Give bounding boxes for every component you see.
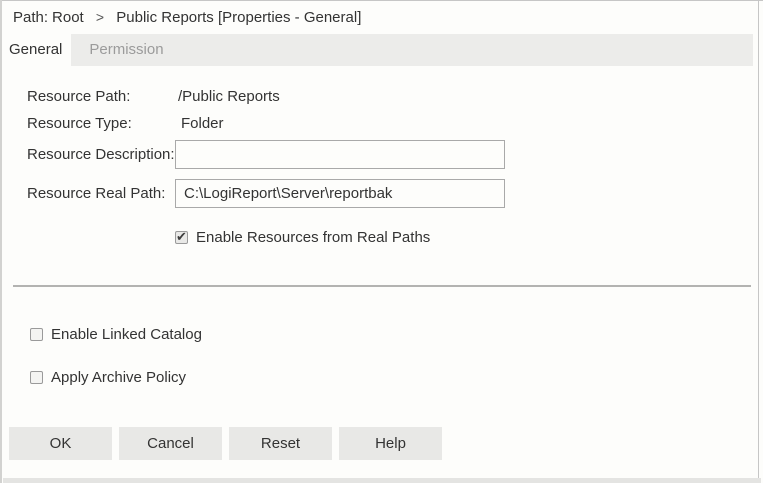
apply-archive-policy-label[interactable]: Apply Archive Policy xyxy=(51,369,186,386)
tab-bar: General Permission xyxy=(0,34,753,66)
enable-linked-catalog-label[interactable]: Enable Linked Catalog xyxy=(51,326,202,343)
resource-type-value: Folder xyxy=(175,115,224,132)
help-button[interactable]: Help xyxy=(339,427,442,460)
enable-linked-catalog-checkbox[interactable] xyxy=(30,328,43,341)
resource-type-label: Resource Type: xyxy=(27,115,175,132)
resource-path-label: Resource Path: xyxy=(27,88,175,105)
resource-type-row: Resource Type: Folder xyxy=(27,110,763,137)
page-left-border xyxy=(0,0,2,483)
tab-general[interactable]: General xyxy=(0,34,71,66)
resource-description-input[interactable] xyxy=(175,140,505,169)
breadcrumb: Path:Root > Public Reports [Properties -… xyxy=(0,0,763,34)
resource-path-value: /Public Reports xyxy=(175,88,280,105)
breadcrumb-path-label: Path: xyxy=(13,9,48,26)
chevron-right-icon: > xyxy=(96,9,104,25)
options-section: Enable Linked Catalog Apply Archive Poli… xyxy=(0,326,763,386)
section-divider xyxy=(13,285,751,287)
button-row: OK Cancel Reset Help xyxy=(9,427,763,460)
resource-description-row: Resource Description: xyxy=(27,140,763,169)
breadcrumb-current: Public Reports [Properties - General] xyxy=(116,9,361,26)
enable-resources-label[interactable]: Enable Resources from Real Paths xyxy=(196,229,430,246)
enable-resources-checkbox[interactable] xyxy=(175,231,188,244)
breadcrumb-root-link[interactable]: Root xyxy=(52,9,84,26)
apply-archive-policy-checkbox[interactable] xyxy=(30,371,43,384)
cancel-button[interactable]: Cancel xyxy=(119,427,222,460)
enable-resources-row: Enable Resources from Real Paths xyxy=(175,229,763,246)
reset-button[interactable]: Reset xyxy=(229,427,332,460)
properties-page: Path:Root > Public Reports [Properties -… xyxy=(0,0,763,483)
enable-linked-catalog-row: Enable Linked Catalog xyxy=(30,326,763,343)
ok-button[interactable]: OK xyxy=(9,427,112,460)
general-form: Resource Path: /Public Reports Resource … xyxy=(0,66,763,246)
horizontal-scrollbar[interactable] xyxy=(3,478,761,483)
resource-real-path-row: Resource Real Path: xyxy=(27,179,763,208)
resource-path-row: Resource Path: /Public Reports xyxy=(27,83,763,110)
apply-archive-policy-row: Apply Archive Policy xyxy=(30,369,763,386)
tab-permission[interactable]: Permission xyxy=(81,34,171,66)
resource-real-path-label: Resource Real Path: xyxy=(27,185,175,202)
page-top-border xyxy=(0,0,763,1)
resource-description-label: Resource Description: xyxy=(27,146,175,163)
page-right-border xyxy=(758,0,759,483)
resource-real-path-input[interactable] xyxy=(175,179,505,208)
